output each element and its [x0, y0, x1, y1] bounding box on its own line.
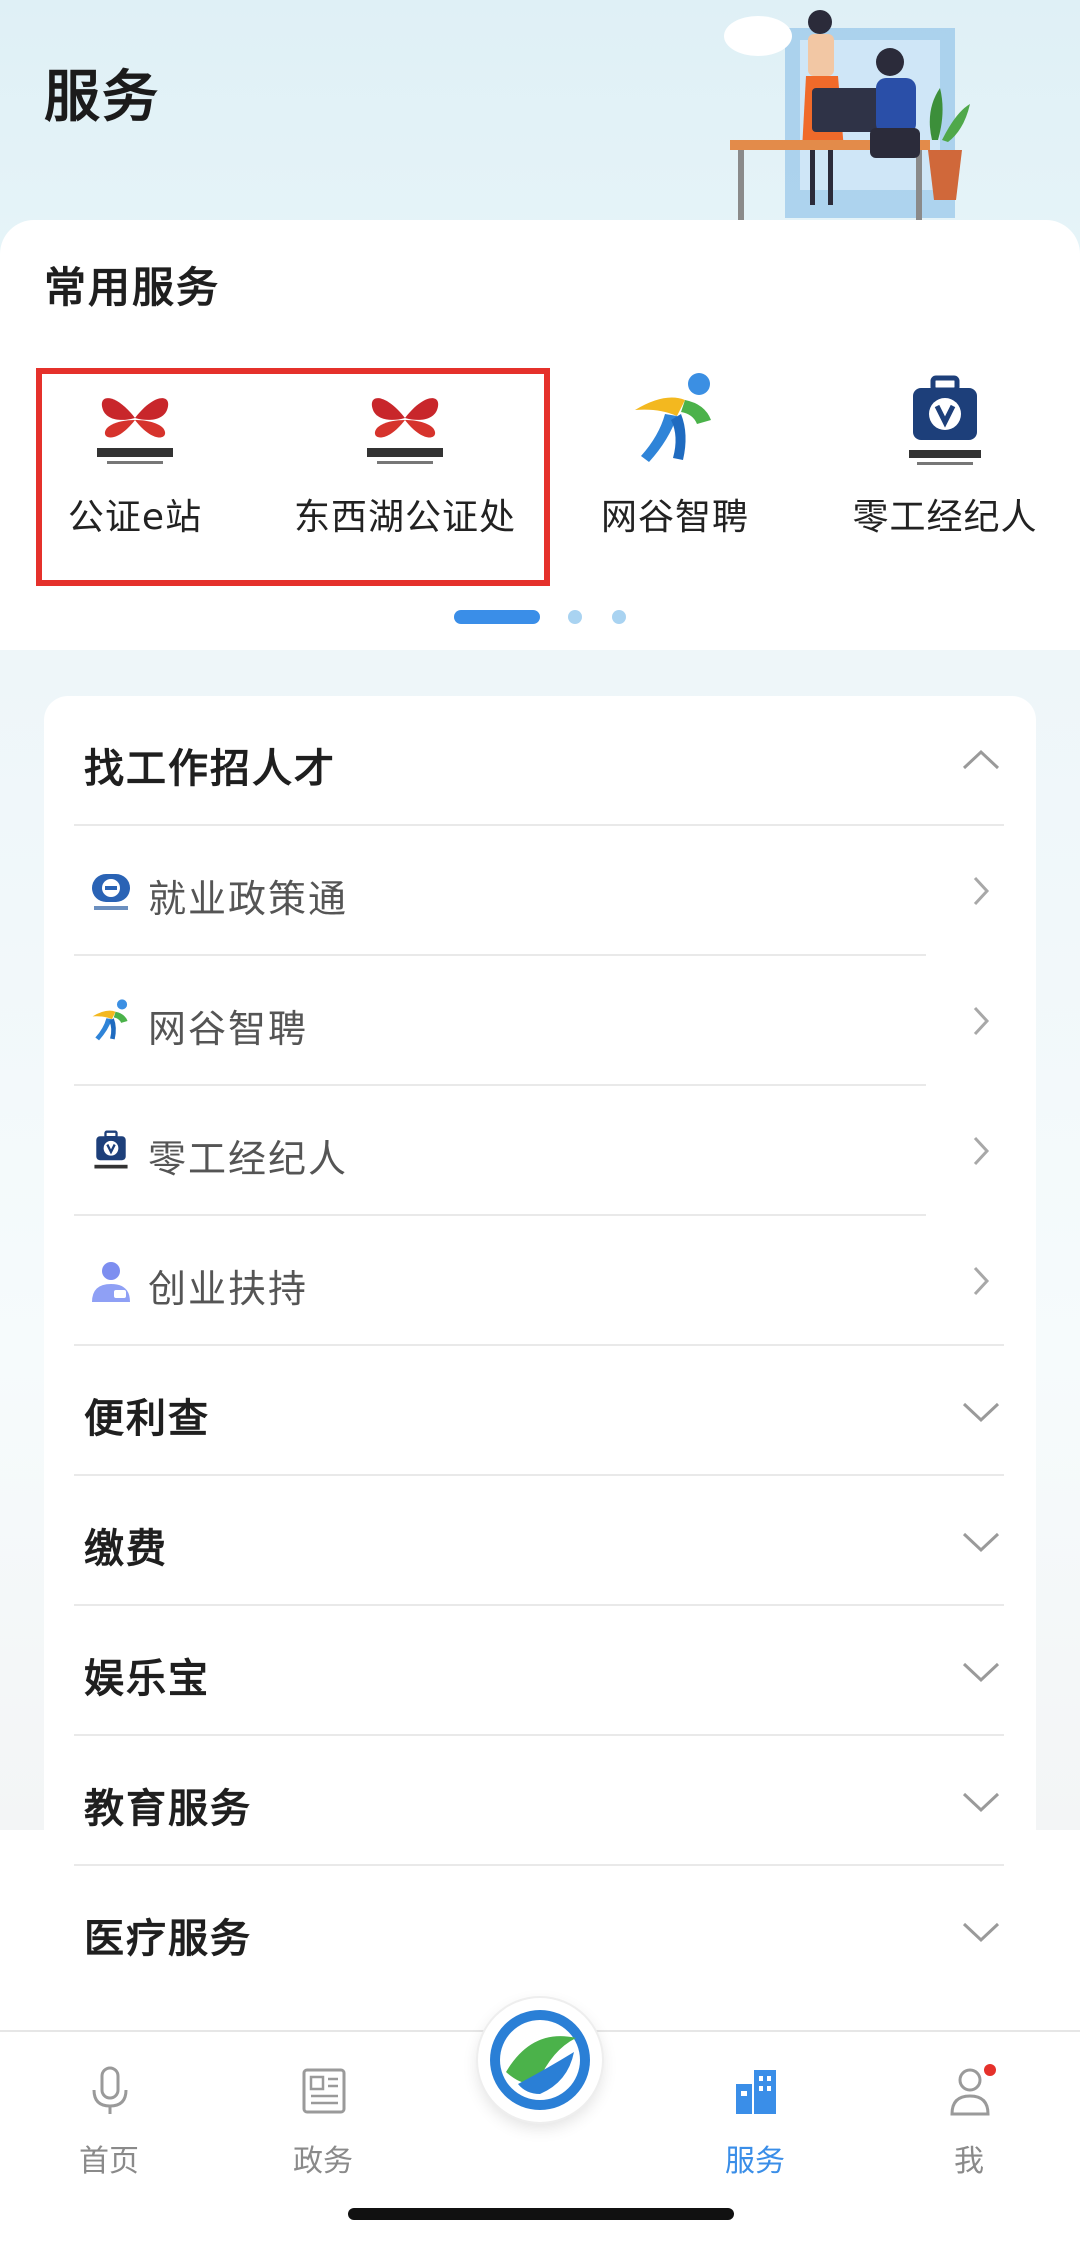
sub-item-startup-support[interactable]: 创业扶持: [74, 1216, 1004, 1346]
notary-logo-icon: [97, 398, 173, 464]
notary-logo-icon: [367, 398, 443, 464]
sub-item-label: 创业扶持: [148, 1267, 309, 1311]
category-label: 找工作招人才: [84, 745, 336, 792]
sub-item-wanggu-recruit[interactable]: 网谷智聘: [74, 956, 1004, 1086]
chevron-down-icon[interactable]: [958, 1778, 1004, 1824]
center-home-button[interactable]: [478, 1998, 602, 2122]
briefcase-logo-icon: [909, 375, 981, 465]
nav-label: 首页: [79, 2144, 139, 2179]
category-row-entertainment[interactable]: 娱乐宝: [74, 1606, 1004, 1736]
sub-item-gig-agent[interactable]: 零工经纪人: [74, 1086, 1004, 1216]
chevron-down-icon[interactable]: [958, 1648, 1004, 1694]
service-label: 零工经纪人: [852, 497, 1038, 538]
service-item-notary-estation[interactable]: 公证e站: [0, 370, 270, 580]
sub-item-label: 零工经纪人: [148, 1137, 349, 1181]
category-list-card: 找工作招人才 就业政策通 网谷智聘 零工经纪人 创业扶持 便利查 缴费 娱乐宝 …: [44, 696, 1036, 1986]
person-icon: [92, 1262, 130, 1302]
office-illustration: [724, 10, 970, 220]
microphone-icon: [92, 2066, 128, 2114]
category-row-medical[interactable]: 医疗服务: [74, 1866, 1004, 1996]
sub-item-label: 网谷智聘: [148, 1007, 309, 1051]
category-label: 便利查: [84, 1395, 210, 1442]
carousel-pager: [0, 610, 1080, 626]
service-item-dongxihu-notary[interactable]: 东西湖公证处: [270, 370, 540, 580]
nav-label: 我: [954, 2144, 984, 2179]
nav-label: 政务: [293, 2144, 353, 2179]
chevron-right-icon: [973, 1006, 990, 1036]
service-label: 东西湖公证处: [293, 497, 516, 538]
nav-tab-government[interactable]: 政务: [248, 2050, 398, 2200]
service-label: 网谷智聘: [600, 497, 749, 538]
category-row-payment[interactable]: 缴费: [74, 1476, 1004, 1606]
category-label: 教育服务: [84, 1785, 252, 1832]
chevron-down-icon[interactable]: [958, 1908, 1004, 1954]
page-title: 服务: [44, 64, 160, 130]
chevron-right-icon: [973, 1266, 990, 1296]
category-row-convenience-lookup[interactable]: 便利查: [74, 1346, 1004, 1476]
policy-logo-icon: [92, 874, 130, 910]
buildings-icon: [736, 2070, 776, 2114]
newspaper-icon: [302, 2068, 346, 2114]
home-indicator: [348, 2208, 734, 2220]
category-row-education[interactable]: 教育服务: [74, 1736, 1004, 1866]
chevron-right-icon: [973, 1136, 990, 1166]
category-label: 缴费: [84, 1525, 168, 1572]
pager-dot: [568, 610, 582, 624]
nav-tab-services[interactable]: 服务: [680, 2050, 830, 2200]
service-item-wanggu-recruit[interactable]: 网谷智聘: [540, 370, 810, 580]
pager-dot: [612, 610, 626, 624]
user-icon: [950, 2064, 996, 2116]
chevron-right-icon: [973, 876, 990, 906]
running-figure-icon: [92, 999, 128, 1041]
sub-item-employment-policy[interactable]: 就业政策通: [74, 826, 1004, 956]
common-services-card: 常用服务 公证e站 东西湖公证处 网谷智聘 零工经纪人: [0, 220, 1080, 650]
nav-label: 服务: [725, 2144, 785, 2179]
service-item-gig-agent[interactable]: 零工经纪人: [810, 370, 1080, 580]
nav-tab-me[interactable]: 我: [894, 2050, 1044, 2200]
app-logo-icon: [490, 2010, 590, 2110]
chevron-up-icon[interactable]: [958, 738, 1004, 784]
nav-tab-home[interactable]: 首页: [34, 2050, 184, 2200]
category-label: 医疗服务: [84, 1915, 252, 1962]
notification-badge: [984, 2064, 996, 2076]
common-services-title: 常用服务: [44, 263, 221, 312]
pager-dot-active: [454, 610, 540, 624]
sub-item-label: 就业政策通: [148, 877, 349, 921]
chevron-down-icon[interactable]: [958, 1388, 1004, 1434]
category-row-jobs[interactable]: 找工作招人才: [74, 696, 1004, 826]
running-figure-icon: [635, 373, 711, 462]
chevron-down-icon[interactable]: [958, 1518, 1004, 1564]
service-label: 公证e站: [67, 497, 203, 538]
briefcase-logo-icon: [94, 1130, 128, 1169]
category-label: 娱乐宝: [84, 1655, 210, 1702]
